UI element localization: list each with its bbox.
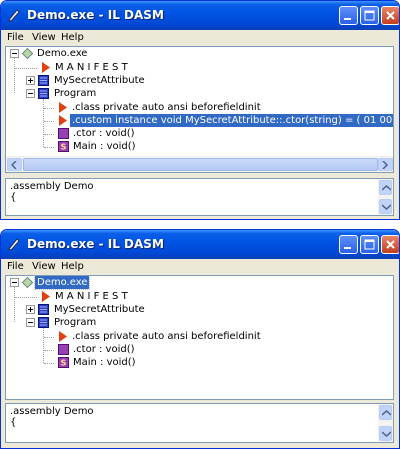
menu-help[interactable]: Help — [61, 261, 84, 272]
disassembly-pane[interactable]: .assembly Demo { — [5, 403, 394, 443]
declaration-arrow-icon — [59, 102, 67, 113]
chevron-up-icon — [382, 410, 391, 416]
minimize-button[interactable] — [339, 235, 358, 254]
horizontal-scroll-thumb[interactable] — [23, 158, 378, 171]
menu-help[interactable]: Help — [61, 32, 84, 43]
minimize-icon — [344, 18, 351, 20]
static-method-icon: S — [58, 357, 69, 368]
scroll-right-button[interactable] — [378, 158, 393, 171]
title-bar[interactable]: Demo.exe - IL DASM — [1, 1, 399, 30]
expand-root-toggle[interactable] — [10, 278, 19, 287]
minimize-icon — [344, 247, 351, 249]
expand-root-toggle[interactable] — [10, 49, 19, 58]
info-line: { — [10, 417, 17, 428]
scroll-left-button[interactable] — [7, 158, 22, 171]
expand-secret-attribute-toggle[interactable] — [26, 76, 35, 85]
menu-bar: File View Help — [1, 30, 399, 46]
window-title: Demo.exe - IL DASM — [27, 8, 164, 22]
minimize-button[interactable] — [339, 6, 358, 25]
chevron-up-icon — [382, 185, 391, 191]
tree-view[interactable]: Demo.exe M A N I F E S T MySecretAttribu… — [5, 275, 394, 400]
chevron-right-icon — [382, 161, 389, 169]
scroll-down-button[interactable] — [379, 426, 392, 441]
chevron-left-icon — [11, 161, 17, 169]
tree-view[interactable]: Demo.exe M A N I F E S T MySecretAttribu… — [5, 46, 394, 173]
ildasm-window-after: Demo.exe - IL DASM File View Help Demo.e… — [0, 229, 400, 449]
menu-file[interactable]: File — [7, 261, 24, 272]
chevron-down-icon — [382, 431, 391, 437]
scroll-up-button[interactable] — [379, 180, 392, 195]
maximize-icon — [364, 10, 375, 21]
method-icon — [58, 128, 69, 139]
disassembly-pane[interactable]: .assembly Demo { — [5, 178, 394, 216]
menu-file[interactable]: File — [7, 32, 24, 43]
manifest-arrow-icon — [42, 291, 50, 302]
declaration-arrow-icon — [59, 331, 67, 342]
horizontal-scrollbar[interactable] — [6, 156, 393, 172]
manifest-arrow-icon — [42, 62, 50, 73]
method-icon — [58, 344, 69, 355]
window-title: Demo.exe - IL DASM — [27, 237, 164, 251]
scroll-up-button[interactable] — [379, 405, 392, 420]
info-line: .assembly Demo — [10, 181, 94, 192]
svg-text:S: S — [61, 143, 67, 152]
info-line: .assembly Demo — [10, 406, 94, 417]
scroll-down-button[interactable] — [379, 199, 392, 214]
title-bar[interactable]: Demo.exe - IL DASM — [1, 230, 399, 259]
menu-view[interactable]: View — [32, 261, 56, 272]
info-line: { — [10, 192, 17, 203]
expand-program-toggle[interactable] — [26, 89, 35, 98]
assembly-diamond-icon — [22, 277, 33, 288]
menu-bar: File View Help — [1, 259, 399, 275]
expand-secret-attribute-toggle[interactable] — [26, 305, 35, 314]
static-method-icon: S — [58, 141, 69, 152]
close-button[interactable] — [381, 235, 399, 254]
vertical-scrollbar[interactable] — [378, 179, 393, 215]
assembly-diamond-icon — [22, 48, 33, 59]
class-icon — [38, 75, 49, 86]
class-icon — [38, 88, 49, 99]
vertical-scrollbar[interactable] — [378, 404, 393, 442]
expand-program-toggle[interactable] — [26, 318, 35, 327]
class-icon — [38, 304, 49, 315]
ildasm-window-before: Demo.exe - IL DASM File View Help Demo.e… — [0, 0, 400, 220]
maximize-icon — [364, 239, 375, 250]
menu-view[interactable]: View — [32, 32, 56, 43]
maximize-button[interactable] — [360, 235, 379, 254]
ildasm-app-icon — [8, 238, 20, 251]
close-button[interactable] — [381, 6, 399, 25]
chevron-down-icon — [382, 204, 391, 210]
class-icon — [38, 317, 49, 328]
maximize-button[interactable] — [360, 6, 379, 25]
close-icon — [386, 240, 395, 249]
declaration-arrow-icon — [59, 115, 67, 126]
close-icon — [386, 11, 395, 20]
svg-text:S: S — [61, 359, 67, 368]
ildasm-app-icon — [8, 9, 20, 22]
